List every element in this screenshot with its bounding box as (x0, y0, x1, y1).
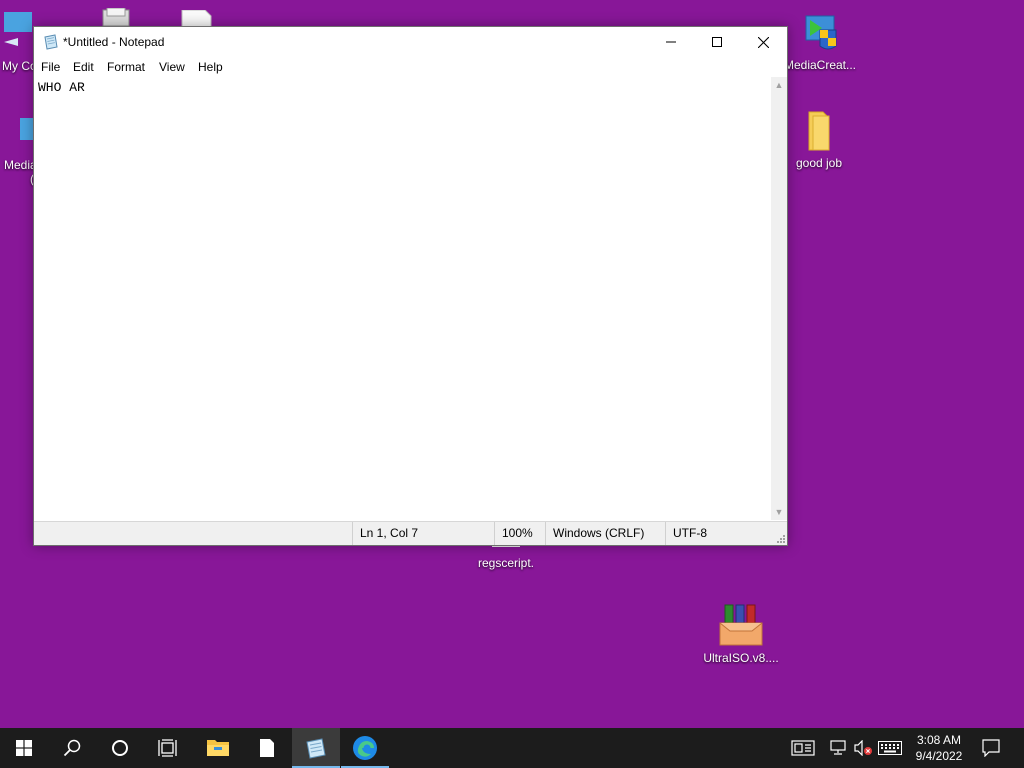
scroll-up-arrow-icon[interactable]: ▲ (771, 77, 787, 93)
edge-button[interactable] (341, 728, 389, 768)
computer-icon (4, 12, 32, 46)
edge-icon (353, 736, 377, 760)
window-title: *Untitled - Notepad (63, 35, 165, 49)
desktop-icon-label: Media (4, 158, 37, 172)
encoding: UTF-8 (665, 522, 769, 545)
blank-document-button[interactable] (243, 728, 291, 768)
notepad-icon (306, 738, 326, 759)
title-bar[interactable]: *Untitled - Notepad (34, 27, 787, 57)
media-creation-tool-icon (805, 15, 837, 50)
text-editor[interactable]: WHO AR (34, 77, 770, 520)
windows-logo-icon (16, 740, 32, 756)
desktop-icon-label: MediaCreat... (783, 58, 857, 72)
network-icon (830, 740, 846, 755)
news-icon (791, 740, 815, 756)
line-ending: Windows (CRLF) (545, 522, 665, 545)
zoom-level: 100% (494, 522, 545, 545)
minimize-button[interactable] (648, 27, 694, 57)
folder-icon (808, 111, 830, 151)
menu-format[interactable]: Format (107, 60, 145, 74)
close-icon (757, 36, 769, 48)
document-icon (260, 739, 274, 757)
menu-file[interactable]: File (41, 60, 60, 74)
scroll-down-arrow-icon[interactable]: ▼ (771, 504, 787, 520)
menu-edit[interactable]: Edit (73, 60, 94, 74)
status-bar: Ln 1, Col 7 100% Windows (CRLF) UTF-8 (34, 521, 787, 545)
start-button[interactable] (0, 728, 48, 768)
notepad-window[interactable]: *Untitled - Notepad File Edit Format Vie… (33, 26, 788, 546)
desktop-icon-regscript[interactable]: regsceript. (466, 544, 546, 570)
menu-bar: File Edit Format View Help (34, 57, 787, 77)
keyboard-icon (878, 741, 902, 755)
action-center-button[interactable] (976, 728, 1006, 768)
desktop-icon-label: regsceript. (477, 556, 535, 570)
network-button[interactable] (828, 728, 850, 768)
clock-date: 9/4/2022 (915, 749, 963, 763)
winrar-archive-icon (719, 604, 763, 646)
desktop-icon-mediacreation[interactable]: MediaCreat... (780, 10, 860, 72)
desktop-icon-label: UltraISO.v8.... (703, 651, 779, 665)
search-icon (63, 739, 81, 757)
notepad-taskbar-button[interactable] (292, 728, 340, 768)
printer-icon (102, 8, 130, 27)
desktop-icon-good-job[interactable]: good job (779, 110, 859, 170)
maximize-icon (712, 37, 722, 47)
task-view-button[interactable] (144, 728, 192, 768)
search-button[interactable] (48, 728, 96, 768)
resize-grip-icon[interactable] (775, 533, 785, 543)
desktop-icon-ultraiso[interactable]: UltraISO.v8.... (701, 603, 781, 665)
clock[interactable]: 3:08 AM 9/4/2022 (906, 732, 972, 764)
menu-view[interactable]: View (159, 60, 185, 74)
maximize-button[interactable] (694, 27, 740, 57)
notepad-icon (43, 34, 59, 53)
desktop-icon-label: good job (795, 156, 843, 170)
task-view-icon (158, 739, 177, 757)
file-explorer-button[interactable] (194, 728, 242, 768)
cortana-icon (112, 740, 128, 756)
news-and-interests-button[interactable] (788, 728, 818, 768)
notification-icon (982, 739, 1000, 757)
menu-help[interactable]: Help (198, 60, 223, 74)
clock-time: 3:08 AM (916, 733, 962, 747)
vertical-scrollbar[interactable]: ▲ ▼ (771, 77, 787, 520)
cursor-position: Ln 1, Col 7 (352, 522, 494, 545)
volume-button[interactable] (852, 728, 874, 768)
cortana-button[interactable] (96, 728, 144, 768)
touch-keyboard-button[interactable] (876, 728, 904, 768)
close-button[interactable] (740, 27, 786, 57)
volume-muted-icon (854, 740, 872, 756)
desktop-icon-label: My Co (2, 59, 37, 73)
taskbar: 3:08 AM 9/4/2022 (0, 728, 1024, 768)
minimize-icon (666, 41, 676, 43)
file-explorer-icon (207, 740, 229, 756)
